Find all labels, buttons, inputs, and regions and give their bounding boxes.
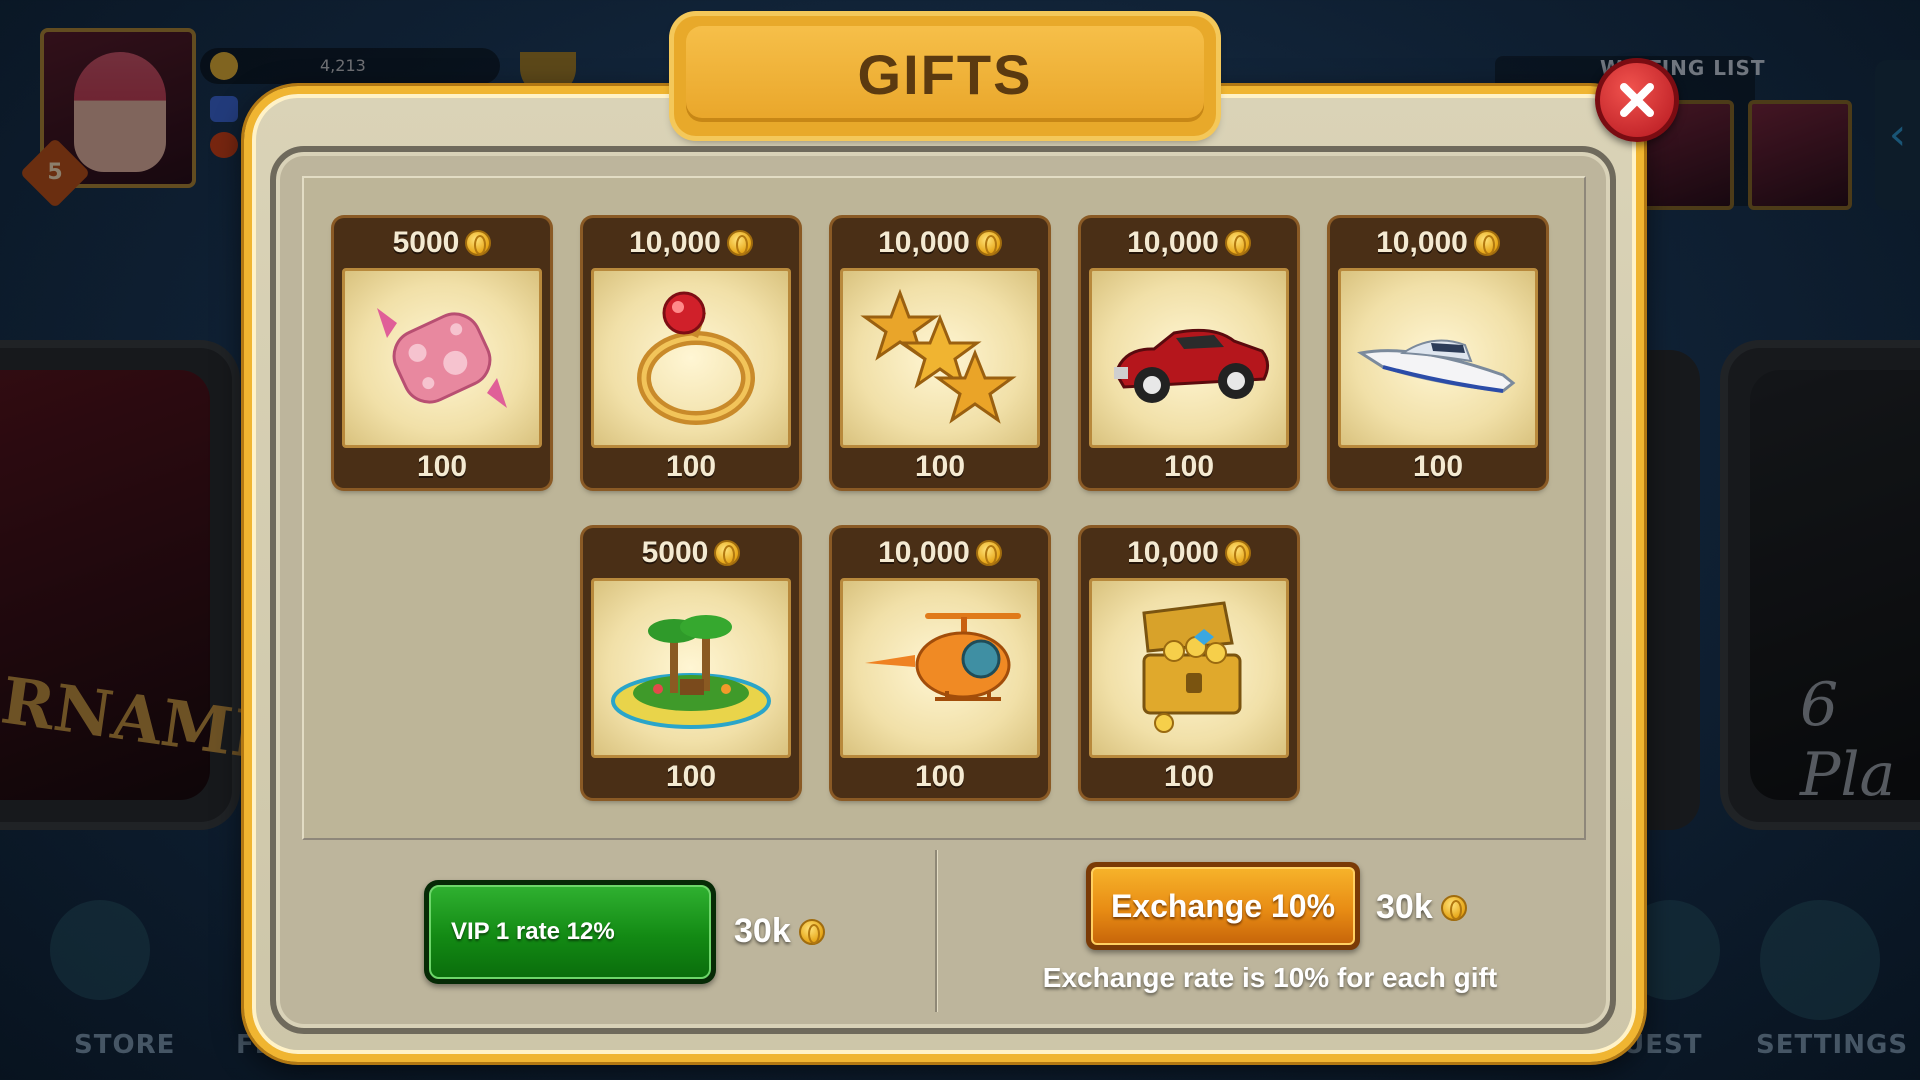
gift-card-ring[interactable]: 10,000 100 — [583, 218, 799, 488]
island-icon — [611, 615, 771, 729]
helicopter-icon — [865, 613, 1021, 701]
dialog-title: GIFTS — [857, 42, 1033, 106]
treasure-chest-icon — [1142, 601, 1242, 733]
gift-image — [591, 268, 791, 448]
store-icon[interactable] — [50, 900, 150, 1000]
coin-icon — [1440, 894, 1467, 921]
coin-icon — [726, 230, 753, 256]
coin-icon — [798, 918, 825, 945]
nav-store[interactable]: STORE — [74, 1030, 175, 1060]
gift-quantity: 100 — [665, 760, 717, 793]
six-player-label: 6 Pla — [1800, 670, 1896, 810]
settings-gear-icon[interactable] — [1760, 900, 1880, 1020]
player-coin-count: 4,213 — [320, 56, 366, 75]
exchange-button-label: Exchange 10% — [1091, 867, 1355, 945]
vip-rate-button[interactable]: VIP 1 rate 12% — [424, 880, 716, 984]
ring-icon — [637, 291, 755, 425]
dialog-title-tab: GIFTS — [674, 16, 1216, 136]
gift-card-candy[interactable]: 5000 100 — [334, 218, 550, 488]
footer-divider — [935, 850, 937, 1012]
gift-image — [591, 578, 791, 758]
coin-icon — [210, 52, 238, 80]
nav-settings[interactable]: SETTINGS — [1756, 1030, 1908, 1060]
coin-icon — [975, 540, 1002, 566]
exchange-rate-note: Exchange rate is 10% for each gift — [1042, 962, 1498, 993]
gift-price: 5000 — [334, 218, 550, 268]
gift-card-treasure[interactable]: 10,000 100 — [1081, 528, 1297, 798]
waiting-player-avatar[interactable] — [1748, 100, 1852, 210]
gift-price: 10,000 — [1081, 218, 1297, 268]
gift-price: 10,000 — [832, 218, 1048, 268]
candy-icon — [377, 308, 507, 408]
gift-image — [342, 268, 542, 448]
gift-price: 10,000 — [1081, 528, 1297, 578]
gem-icon — [210, 96, 238, 122]
boat-icon — [1357, 339, 1516, 393]
gift-price: 5000 — [583, 528, 799, 578]
gift-image — [840, 268, 1040, 448]
gift-card-stars[interactable]: 10,000 100 — [832, 218, 1048, 488]
close-button[interactable] — [1595, 58, 1679, 142]
player-coin-bar: 4,213 — [200, 48, 500, 84]
gift-quantity: 100 — [1163, 450, 1215, 483]
close-icon — [1620, 83, 1654, 117]
exchange-button[interactable]: Exchange 10% — [1086, 862, 1360, 950]
gift-price: 10,000 — [1330, 218, 1546, 268]
gift-image — [1089, 578, 1289, 758]
coin-icon — [1224, 540, 1251, 566]
chevron-left-icon[interactable]: ‹ — [1875, 60, 1920, 210]
gift-image — [840, 578, 1040, 758]
gift-card-island[interactable]: 5000 100 — [583, 528, 799, 798]
coin-icon — [1224, 230, 1251, 256]
coin-icon — [1473, 230, 1500, 256]
vip-rate-label: VIP 1 rate 12% — [429, 885, 711, 979]
gift-quantity: 100 — [1163, 760, 1215, 793]
coin-icon — [975, 230, 1002, 256]
stars-icon — [860, 288, 1017, 424]
gift-image — [1338, 268, 1538, 448]
coin-icon — [714, 540, 741, 566]
gift-card-helicopter[interactable]: 10,000 100 — [832, 528, 1048, 798]
ruby-icon — [210, 132, 238, 158]
gift-quantity: 100 — [416, 450, 468, 483]
gift-price: 10,000 — [583, 218, 799, 268]
gift-quantity: 100 — [914, 760, 966, 793]
gift-card-boat[interactable]: 10,000 100 — [1330, 218, 1546, 488]
player-level-badge: 5 — [19, 137, 91, 209]
vip-amount: 30k — [734, 912, 825, 951]
car-icon — [1114, 328, 1269, 403]
gift-card-car[interactable]: 10,000 100 — [1081, 218, 1297, 488]
gift-quantity: 100 — [665, 450, 717, 483]
gift-quantity: 100 — [1412, 450, 1464, 483]
exchange-amount: 30k — [1376, 888, 1467, 927]
gift-quantity: 100 — [914, 450, 966, 483]
gift-price: 10,000 — [832, 528, 1048, 578]
coin-icon — [465, 230, 492, 256]
gift-image — [1089, 268, 1289, 448]
